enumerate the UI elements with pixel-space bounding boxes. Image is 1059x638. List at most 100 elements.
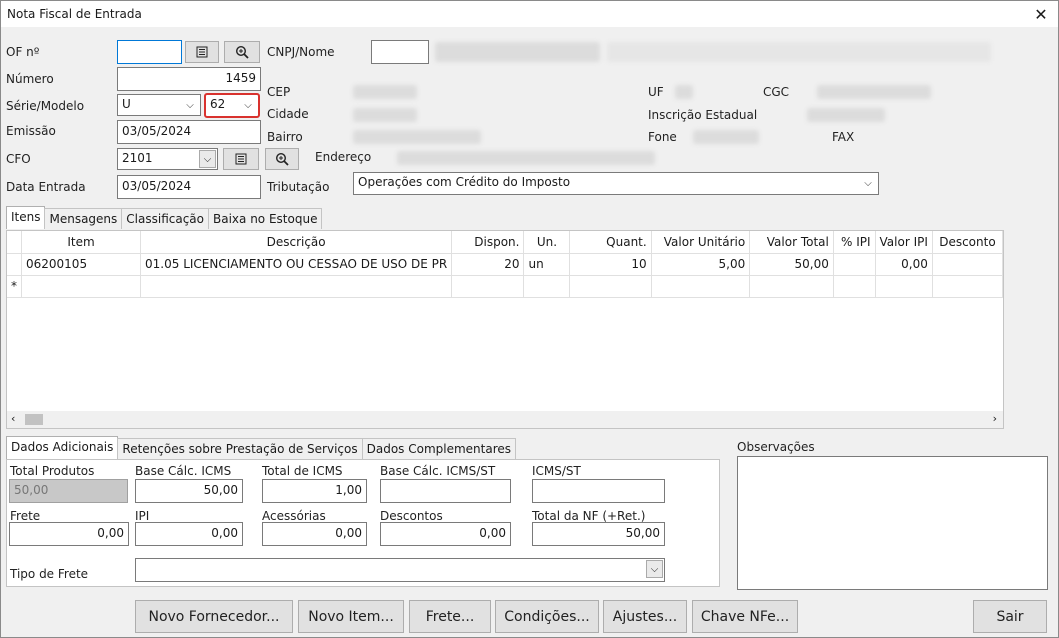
scroll-left-icon[interactable]: ‹: [11, 412, 15, 425]
cell-pct-ipi[interactable]: [833, 253, 876, 276]
cell-empty[interactable]: [21, 275, 142, 298]
serie-select[interactable]: U ⌵: [117, 94, 201, 116]
cell-valor-total[interactable]: 50,00: [749, 253, 834, 276]
numero-input[interactable]: 1459: [117, 67, 261, 91]
uf-label: UF: [648, 85, 664, 99]
tab-mensagens[interactable]: Mensagens: [44, 208, 123, 229]
tributacao-select[interactable]: Operações com Crédito do Imposto ⌵: [353, 172, 879, 195]
novo-fornecedor-button[interactable]: Novo Fornecedor...: [135, 600, 293, 633]
total-icms-input[interactable]: 1,00: [262, 479, 367, 503]
chave-nfe-button[interactable]: Chave NFe...: [692, 600, 798, 633]
condicoes-button[interactable]: Condições...: [495, 600, 599, 633]
total-nf-input[interactable]: 50,00: [532, 522, 665, 546]
cell-empty[interactable]: [932, 275, 1003, 298]
endereco-label: Endereço: [315, 150, 372, 164]
cell-item[interactable]: 06200105: [21, 253, 142, 276]
cell-valor-ipi[interactable]: 0,00: [875, 253, 933, 276]
emissao-input[interactable]: 03/05/2024: [117, 120, 261, 144]
base-icms-st-input[interactable]: [380, 479, 511, 503]
of-list-button[interactable]: [185, 41, 219, 63]
novo-item-button[interactable]: Novo Item...: [298, 600, 404, 633]
base-icms-label: Base Cálc. ICMS: [135, 464, 232, 478]
redacted-endereco: [397, 151, 655, 165]
cfo-value: 2101: [122, 151, 153, 165]
fone-label: Fone: [648, 130, 677, 144]
total-produtos-input: 50,00: [9, 479, 128, 503]
tab-dados-complementares[interactable]: Dados Complementares: [361, 438, 517, 459]
tab-dados-adicionais[interactable]: Dados Adicionais: [6, 436, 119, 459]
cfo-list-button[interactable]: [223, 148, 259, 170]
nota-fiscal-window: Nota Fiscal de Entrada ✕ OF nº Número 14…: [0, 0, 1059, 638]
table-row-new[interactable]: *: [7, 275, 1003, 298]
cell-valor-unitario[interactable]: 5,00: [651, 253, 751, 276]
cell-empty[interactable]: [833, 275, 876, 298]
horizontal-scrollbar[interactable]: ‹ ›: [7, 411, 1003, 428]
of-search-button[interactable]: [224, 41, 260, 63]
tipo-frete-select[interactable]: ⌵: [135, 558, 665, 582]
row-selector-header: [7, 231, 22, 254]
inscricao-label: Inscrição Estadual: [648, 108, 758, 122]
cell-empty[interactable]: [651, 275, 751, 298]
cell-desconto[interactable]: [932, 253, 1003, 276]
column-header[interactable]: Item: [21, 231, 142, 254]
tab-baixa-estoque[interactable]: Baixa no Estoque: [208, 208, 323, 229]
cell-empty[interactable]: [569, 275, 652, 298]
close-icon[interactable]: ✕: [1024, 1, 1058, 27]
frete-button[interactable]: Frete...: [409, 600, 491, 633]
redacted-bairro: [353, 130, 481, 144]
scroll-right-icon[interactable]: ›: [993, 412, 997, 425]
cell-quant[interactable]: 10: [569, 253, 652, 276]
observacoes-textarea[interactable]: [737, 456, 1048, 590]
redacted-cnpj: [435, 42, 600, 62]
cnpj-input[interactable]: [371, 40, 429, 64]
total-produtos-label: Total Produtos: [10, 464, 95, 478]
table-row[interactable]: 06200105 01.05 LICENCIAMENTO OU CESSAO D…: [7, 253, 1003, 276]
cfo-search-button[interactable]: [265, 148, 299, 170]
cfo-select[interactable]: 2101 ⌵: [117, 148, 218, 170]
descontos-input[interactable]: 0,00: [380, 522, 511, 546]
column-header[interactable]: Quant.: [569, 231, 652, 254]
chevron-down-icon: ⌵: [244, 99, 252, 111]
cell-empty[interactable]: [875, 275, 933, 298]
cell-un[interactable]: un: [523, 253, 571, 276]
numero-label: Número: [6, 72, 54, 86]
cell-dispon[interactable]: 20: [451, 253, 525, 276]
column-header[interactable]: Desconto: [932, 231, 1003, 254]
redacted-fone: [693, 130, 759, 144]
cgc-label: CGC: [763, 85, 790, 99]
ajustes-button[interactable]: Ajustes...: [603, 600, 687, 633]
fax-label: FAX: [832, 130, 855, 144]
cell-descricao[interactable]: 01.05 LICENCIAMENTO OU CESSAO DE USO DE …: [140, 253, 453, 276]
frete-input[interactable]: 0,00: [9, 522, 129, 546]
column-header[interactable]: Valor Total: [749, 231, 834, 254]
of-input[interactable]: [117, 40, 182, 64]
column-header[interactable]: % IPI: [833, 231, 876, 254]
cell-empty[interactable]: [451, 275, 525, 298]
column-header[interactable]: Un.: [523, 231, 571, 254]
scroll-thumb[interactable]: [25, 414, 43, 425]
acessorias-label: Acessórias: [262, 509, 326, 523]
bairro-label: Bairro: [267, 130, 303, 144]
list-icon: [196, 46, 208, 58]
data-entrada-input[interactable]: 03/05/2024: [117, 175, 261, 199]
sair-button[interactable]: Sair: [973, 600, 1047, 633]
icms-st-input[interactable]: [532, 479, 665, 503]
tab-retencoes[interactable]: Retenções sobre Prestação de Serviços: [117, 438, 363, 459]
column-header[interactable]: Dispon.: [451, 231, 525, 254]
tab-itens[interactable]: Itens: [6, 206, 46, 229]
cell-empty[interactable]: [523, 275, 571, 298]
cell-empty[interactable]: [140, 275, 453, 298]
cnpj-nome-label: CNPJ/Nome: [267, 45, 335, 59]
ipi-input[interactable]: 0,00: [135, 522, 243, 546]
column-header[interactable]: Valor IPI: [875, 231, 933, 254]
acessorias-input[interactable]: 0,00: [262, 522, 367, 546]
cell-empty[interactable]: [749, 275, 834, 298]
modelo-select[interactable]: 62 ⌵: [204, 93, 260, 118]
base-icms-input[interactable]: 50,00: [135, 479, 243, 503]
column-header[interactable]: Descrição: [140, 231, 453, 254]
tabs-top: Itens Mensagens Classificação Baixa no E…: [6, 206, 323, 229]
descontos-label: Descontos: [380, 509, 443, 523]
column-header[interactable]: Valor Unitário: [651, 231, 751, 254]
tab-classificacao[interactable]: Classificação: [121, 208, 210, 229]
row-selector[interactable]: [7, 253, 22, 276]
